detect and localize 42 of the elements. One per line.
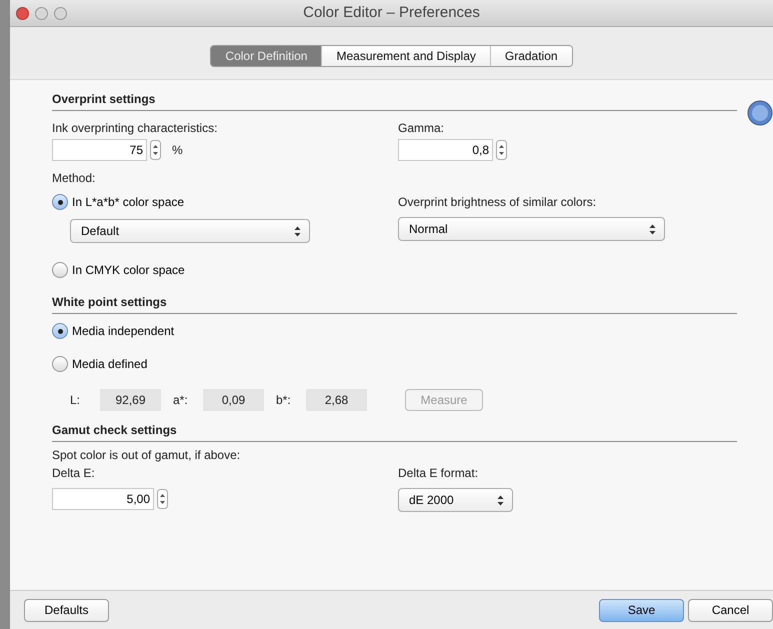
dropdown[interactable]: Normal	[398, 217, 665, 241]
field-label: Method:	[52, 170, 96, 187]
window-control-icon[interactable]	[16, 6, 29, 20]
field-label: a*:	[173, 392, 189, 409]
tab[interactable]: Gradation	[490, 46, 572, 66]
radio-option[interactable]: In CMYK color space	[52, 261, 185, 279]
up-down-arrows-icon	[649, 224, 656, 234]
number-field[interactable]: 5,00	[52, 488, 154, 510]
dropdown[interactable]: Default	[70, 219, 310, 243]
field-label: Gamma:	[398, 120, 446, 137]
radio-option[interactable]: In L*a*b* color space	[52, 193, 184, 211]
footer-button[interactable]: Save	[599, 598, 684, 622]
section-heading: Gamut check settings	[52, 421, 737, 442]
field-label: L:	[70, 392, 82, 409]
up-down-arrows-icon	[497, 494, 504, 506]
section-heading: Overprint settings	[52, 90, 737, 111]
field-label: Ink overprinting characteristics:	[52, 120, 218, 137]
stepper-icon[interactable]	[496, 140, 507, 160]
tab[interactable]: Color Definition	[211, 46, 322, 66]
footer-button[interactable]: Defaults	[24, 598, 109, 622]
number-field[interactable]: 75	[52, 139, 147, 161]
section-heading: White point settings	[52, 293, 737, 314]
value-display: 0,09	[203, 389, 264, 411]
help-icon[interactable]	[747, 100, 773, 126]
field-label: Overprint brightness of similar colors:	[398, 194, 598, 211]
number-field[interactable]: 0,8	[398, 139, 493, 161]
note-text: Spot color is out of gamut, if above:	[52, 447, 242, 464]
footer-button[interactable]: Cancel	[688, 598, 773, 622]
up-down-arrows-icon	[294, 226, 301, 236]
field-label: Delta E:	[52, 465, 96, 482]
field-label: Delta E format:	[398, 465, 480, 482]
stepper-icon[interactable]	[150, 140, 161, 160]
dropdown[interactable]: dE 2000	[398, 488, 513, 512]
radio-option[interactable]: Media independent	[52, 322, 174, 340]
value-display: 92,69	[100, 389, 161, 411]
radio-option[interactable]: Media defined	[52, 355, 148, 373]
value-display: 2,68	[306, 389, 367, 411]
stepper-icon[interactable]	[157, 489, 168, 509]
unit-label: %	[172, 142, 183, 159]
tab[interactable]: Measurement and Display	[321, 46, 490, 66]
window-title: Color Editor – Preferences	[302, 2, 481, 23]
field-label: b*:	[276, 392, 292, 409]
